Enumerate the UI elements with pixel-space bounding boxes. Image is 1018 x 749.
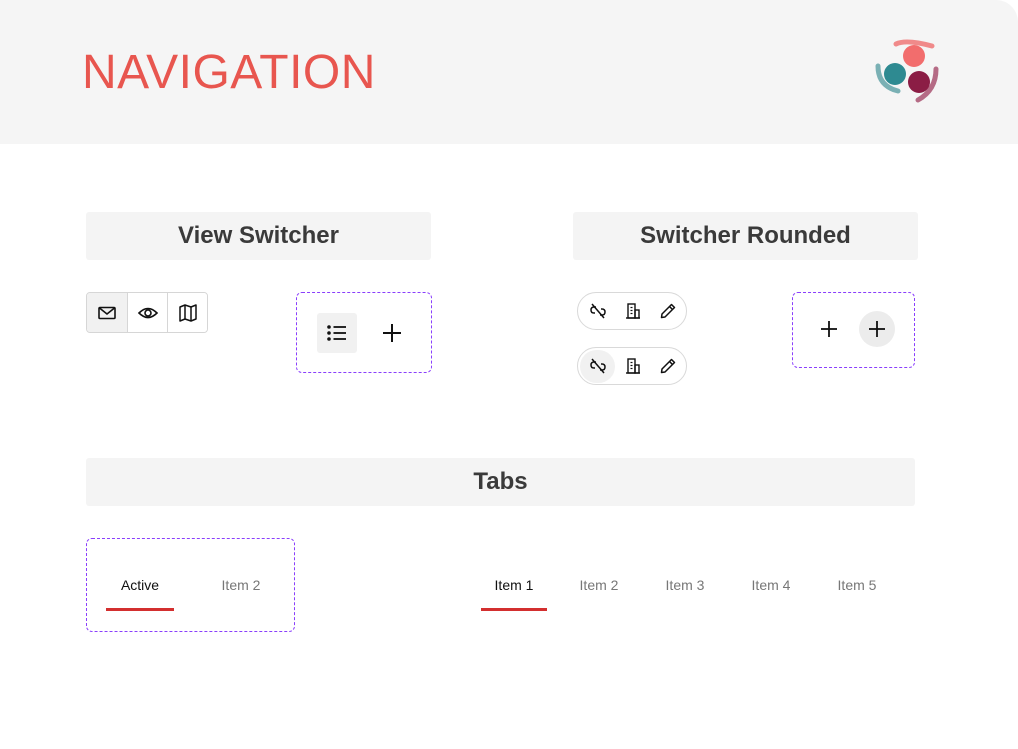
active-tab-indicator — [481, 608, 547, 611]
rounded-add-frame — [792, 292, 915, 368]
add-button-rounded[interactable] — [859, 311, 895, 347]
tab-item-5[interactable]: Item 5 — [824, 577, 890, 593]
mail-icon — [98, 306, 116, 319]
add-view-button[interactable] — [372, 313, 412, 353]
rounded-switcher-1 — [577, 292, 687, 330]
tab-item-3[interactable]: Item 3 — [652, 577, 718, 593]
compact-switcher-frame — [296, 292, 432, 373]
page-header: NAVIGATION — [0, 0, 1018, 144]
plus-icon — [383, 324, 401, 342]
add-button[interactable] — [811, 311, 847, 347]
section-title-tabs: Tabs — [86, 458, 915, 506]
unlink-button[interactable] — [580, 349, 615, 383]
building-button[interactable] — [615, 295, 650, 328]
view-switcher-group — [86, 292, 208, 333]
section-title-view-switcher: View Switcher — [86, 212, 431, 260]
pencil-icon — [660, 358, 675, 374]
pencil-icon — [660, 303, 675, 319]
rounded-switcher-2 — [577, 347, 687, 385]
tab-item-4[interactable]: Item 4 — [738, 577, 804, 593]
plus-icon — [869, 321, 885, 337]
pencil-button[interactable] — [650, 295, 685, 328]
list-icon — [327, 325, 346, 341]
building-icon — [625, 358, 640, 374]
tab-item-2[interactable]: Item 2 — [208, 577, 274, 593]
unlink-icon — [589, 303, 606, 319]
list-view-button[interactable] — [317, 313, 357, 353]
unlink-icon — [589, 358, 606, 374]
eye-view-button[interactable] — [127, 293, 167, 332]
active-tab-indicator — [106, 608, 174, 611]
map-icon — [178, 303, 197, 322]
plus-icon — [821, 321, 837, 337]
building-icon — [625, 303, 640, 319]
tab-item-2[interactable]: Item 2 — [566, 577, 632, 593]
map-view-button[interactable] — [167, 293, 207, 332]
tab-item-1[interactable]: Item 1 — [481, 577, 547, 593]
mail-view-button[interactable] — [87, 293, 127, 332]
building-button[interactable] — [615, 350, 650, 383]
unlink-button[interactable] — [580, 295, 615, 328]
eye-icon — [137, 307, 158, 318]
page-title: NAVIGATION — [82, 46, 376, 99]
logo — [875, 39, 939, 103]
tab-active[interactable]: Active — [106, 577, 174, 593]
pencil-button[interactable] — [650, 350, 685, 383]
section-title-switcher-rounded: Switcher Rounded — [573, 212, 918, 260]
